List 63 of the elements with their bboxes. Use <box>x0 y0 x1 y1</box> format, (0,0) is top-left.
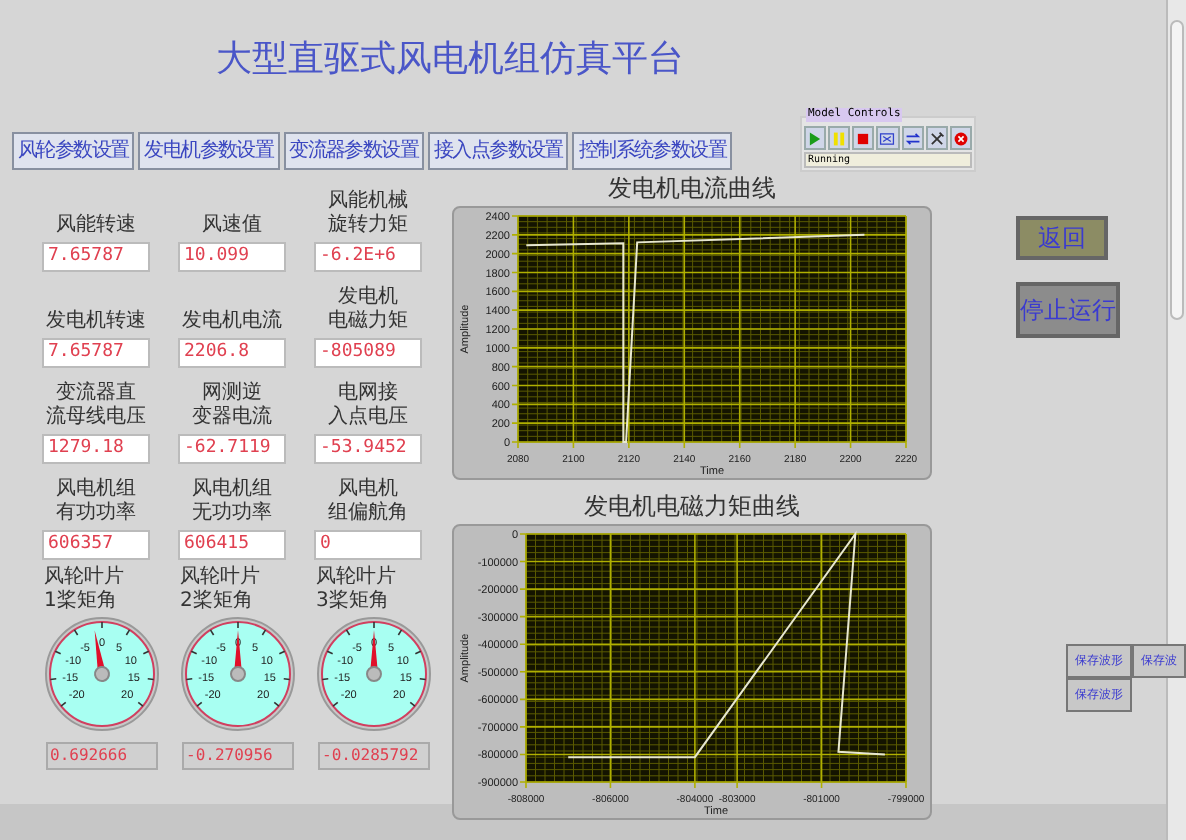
gauge-label: 风轮叶片 <box>180 566 260 589</box>
gauge-label: 风轮叶片 <box>316 566 396 589</box>
indicator-label: 发电机电流 <box>182 310 282 334</box>
gauge-label: 风轮叶片 <box>44 566 124 589</box>
settings-button[interactable]: 接入点参数设置 <box>428 132 569 170</box>
value-display: 10.099 <box>178 242 286 272</box>
value-display: -805089 <box>314 338 422 368</box>
close-icon <box>951 129 970 147</box>
stop-icon <box>854 129 873 147</box>
settings-button[interactable]: 发电机参数设置 <box>138 132 280 170</box>
settings-button[interactable]: 变流器参数设置 <box>283 132 425 170</box>
arrows-icon <box>903 129 922 147</box>
indicator-label: 风能机械 <box>328 190 408 213</box>
settings-button[interactable]: 风轮参数设置 <box>12 132 135 170</box>
control-button[interactable] <box>901 126 924 150</box>
value-display: 606357 <box>42 530 150 560</box>
scrollbar-thumb[interactable] <box>1170 20 1184 320</box>
indicator-label: 变流器直 <box>56 382 136 405</box>
indicator-label: 风电机组 <box>192 478 272 501</box>
indicator-label: 风速值 <box>202 214 262 238</box>
settings-button[interactable]: 控制系统参数设置 <box>572 132 733 170</box>
chart-title: 发电机电流曲线 <box>608 174 776 202</box>
gauge-label: 2桨矩角 <box>180 590 255 614</box>
indicator-label: 入点电压 <box>328 406 408 430</box>
control-button[interactable] <box>925 126 948 150</box>
value-display: 7.65787 <box>42 338 150 368</box>
indicator-label: 电磁力矩 <box>328 310 408 334</box>
value-display: -53.9452 <box>314 434 422 464</box>
gauge-label: 3桨矩角 <box>316 590 391 614</box>
crossed-box-icon <box>878 129 897 147</box>
value-display: 606415 <box>178 530 286 560</box>
value-display: 1279.18 <box>42 434 150 464</box>
indicator-label: 有功功率 <box>56 502 136 526</box>
reading-display: -0.270956 <box>182 742 294 770</box>
indicator-label: 发电机 <box>338 286 398 309</box>
dial-face <box>45 617 159 731</box>
gauge-label: 1桨矩角 <box>44 590 119 614</box>
tools-icon <box>927 129 946 147</box>
indicator-label: 变器电流 <box>192 406 272 430</box>
value-display: 2206.8 <box>178 338 286 368</box>
value-display: 0 <box>314 530 422 560</box>
value-display: -62.7119 <box>178 434 286 464</box>
reading-display: -0.0285792 <box>318 742 430 770</box>
pause-icon <box>830 129 849 147</box>
indicator-label: 流母线电压 <box>46 406 146 430</box>
dial-face <box>317 617 431 731</box>
indicator-label: 组偏航角 <box>328 502 408 526</box>
reading-display: 0.692666 <box>46 742 158 770</box>
play-icon <box>806 129 825 147</box>
chart-title: 发电机电磁力矩曲线 <box>584 492 800 520</box>
indicator-label: 发电机转速 <box>46 310 146 334</box>
indicator-label: 网测逆 <box>202 382 262 405</box>
indicator-label: 无功功率 <box>192 502 272 526</box>
dial-face <box>181 617 295 731</box>
indicator-label: 风电机组 <box>56 478 136 501</box>
indicator-label: 旋转力矩 <box>328 214 408 238</box>
control-button[interactable] <box>876 126 900 150</box>
indicator-label: 风电机 <box>338 478 398 501</box>
indicator-label: 电网接 <box>338 382 398 405</box>
indicator-label: 风能转速 <box>56 214 136 238</box>
page-title: 大型直驱式风电机组仿真平台 <box>216 36 684 84</box>
value-display: -6.2E+6 <box>314 242 422 272</box>
value-display: 7.65787 <box>42 242 150 272</box>
